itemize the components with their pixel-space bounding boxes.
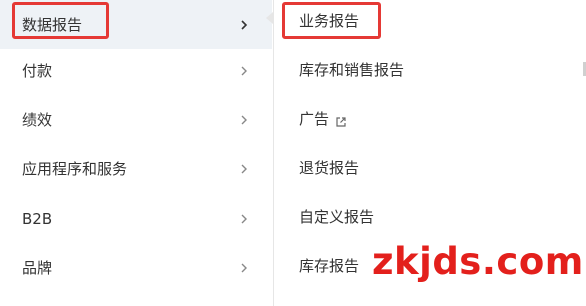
chevron-right-icon [238, 19, 250, 31]
chevron-right-icon [238, 213, 250, 225]
menu-item-payments[interactable]: 付款 [0, 46, 272, 95]
submenu-item-label: 退货报告 [299, 159, 360, 177]
menu-item-label: 应用程序和服务 [22, 160, 128, 178]
submenu-pointer [266, 12, 273, 24]
menu-item-b2b[interactable]: B2B [0, 194, 272, 243]
submenu-item-label: 自定义报告 [299, 208, 375, 226]
menu-item-brand[interactable]: 品牌 [0, 243, 272, 292]
chevron-right-icon [238, 262, 250, 274]
submenu-item-returns-reports[interactable]: 退货报告 [274, 143, 586, 192]
chevron-right-icon [238, 65, 250, 77]
watermark-text: zkjds.com [372, 240, 584, 283]
menu-item-label: 品牌 [22, 259, 53, 277]
menu-item-label: B2B [22, 209, 53, 228]
submenu-item-label: 库存和销售报告 [299, 61, 405, 79]
left-menu-panel: 数据报告 付款 绩效 应用程序和服务 B2B 品牌 [0, 0, 272, 306]
submenu-item-label: 广告 [299, 110, 330, 128]
menu-item-apps-services[interactable]: 应用程序和服务 [0, 144, 272, 193]
menu-item-performance[interactable]: 绩效 [0, 95, 272, 144]
submenu-item-custom-reports[interactable]: 自定义报告 [274, 192, 586, 241]
menu-item-data-reports[interactable]: 数据报告 [0, 0, 272, 49]
chevron-right-icon [238, 114, 250, 126]
submenu-item-advertising[interactable]: 广告 [274, 94, 586, 143]
menu-item-label: 绩效 [22, 111, 53, 129]
menu-item-label: 付款 [22, 62, 53, 80]
chevron-right-icon [238, 163, 250, 175]
submenu-item-inventory-sales-reports[interactable]: 库存和销售报告 [274, 45, 586, 94]
submenu-item-label: 业务报告 [299, 12, 360, 30]
external-link-icon [335, 113, 347, 127]
menu-item-label: 数据报告 [22, 16, 83, 34]
submenu-item-business-reports[interactable]: 业务报告 [274, 0, 586, 45]
submenu-item-label: 库存报告 [299, 257, 360, 275]
